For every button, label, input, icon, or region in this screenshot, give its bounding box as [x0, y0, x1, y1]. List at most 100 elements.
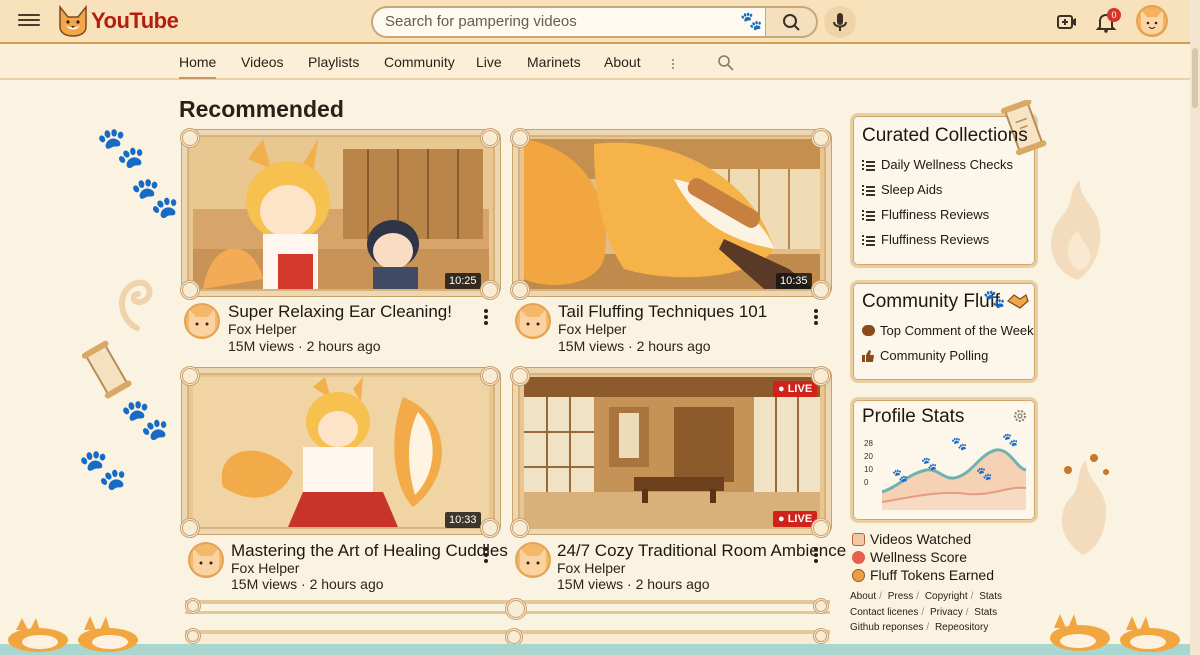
video-meta: 15M views · 2 hours ago — [557, 576, 710, 592]
user-avatar[interactable] — [1136, 5, 1168, 37]
video-title[interactable]: 24/7 Cozy Traditional Room Ambience — [557, 541, 846, 561]
list-icon — [862, 159, 875, 171]
knot-decoration — [811, 128, 831, 148]
video-icon — [852, 532, 865, 546]
stat-item-label: Fluff Tokens Earned — [870, 567, 995, 583]
channel-name[interactable]: Fox Helper — [231, 560, 299, 576]
live-badge: ● LIVE — [773, 381, 818, 397]
curated-item[interactable]: Daily Wellness Checks — [862, 152, 1013, 177]
logo-text: YouTube — [91, 8, 179, 33]
tab-live[interactable]: Live — [476, 54, 502, 70]
knot-decoration — [480, 518, 500, 538]
flame-decoration — [1051, 180, 1101, 280]
hamburger-menu-icon[interactable] — [18, 11, 40, 31]
video-title[interactable]: Tail Fluffing Techniques 101 — [558, 302, 767, 322]
microphone-button[interactable] — [824, 6, 856, 38]
tab-home[interactable]: Home — [179, 54, 217, 79]
y-tick-label: 10 — [864, 465, 873, 474]
video-options-icon[interactable] — [484, 545, 488, 565]
curated-item[interactable]: Fluffiness Reviews — [862, 202, 1013, 227]
thumbs-up-icon — [862, 349, 875, 362]
video-thumbnail[interactable] — [193, 377, 489, 527]
stat-item-label: Videos Watched — [870, 531, 972, 547]
stat-item[interactable]: Fluff Tokens Earned — [852, 566, 994, 584]
bottom-decoration — [0, 608, 1190, 655]
footer-link[interactable]: Stats — [979, 591, 1002, 602]
curated-collections-title: Curated Collections — [862, 125, 1028, 146]
video-options-icon[interactable] — [814, 545, 818, 565]
community-item-label: Top Comment of the Week — [880, 323, 1034, 338]
video-title[interactable]: Super Relaxing Ear Cleaning! — [228, 302, 452, 322]
video-thumbnail[interactable] — [193, 139, 489, 289]
nav-more-icon[interactable] — [672, 57, 676, 71]
knot-decoration — [180, 518, 200, 538]
paw-decoration: 🐾 — [120, 398, 170, 442]
profile-stats-title: Profile Stats — [862, 406, 965, 427]
channel-name[interactable]: Fox Helper — [558, 321, 626, 337]
handshake-icon — [1007, 294, 1029, 309]
knot-decoration — [480, 280, 500, 300]
video-options-icon[interactable] — [814, 307, 818, 327]
curated-item-label: Fluffiness Reviews — [881, 232, 990, 247]
tab-playlists[interactable]: Playlists — [308, 54, 359, 70]
knot-decoration — [811, 366, 831, 386]
page-title: Recommended — [179, 96, 344, 122]
settings-gear-icon[interactable] — [1013, 409, 1027, 423]
channel-avatar[interactable] — [515, 303, 551, 339]
curated-item[interactable]: Fluffiness Reviews — [862, 227, 1013, 252]
paw-decoration: 🐾 — [130, 176, 180, 220]
knot-decoration — [480, 128, 500, 148]
microphone-icon — [833, 13, 847, 31]
video-duration: 10:25 — [445, 273, 481, 289]
footer-link[interactable]: About — [850, 591, 876, 602]
search-button[interactable] — [766, 6, 818, 38]
svg-text:🐾: 🐾 — [951, 436, 967, 451]
y-tick-label: 28 — [864, 439, 873, 448]
video-thumbnail[interactable] — [524, 139, 820, 289]
channel-search-icon[interactable] — [717, 54, 735, 72]
community-item[interactable]: Community Polling — [862, 343, 1034, 368]
curated-item[interactable]: Sleep Aids — [862, 177, 1013, 202]
stat-item[interactable]: Wellness Score — [852, 548, 994, 566]
comment-icon — [862, 325, 875, 336]
tab-videos[interactable]: Videos — [241, 54, 284, 70]
channel-avatar[interactable] — [184, 303, 220, 339]
knot-decoration — [510, 518, 530, 538]
scrollbar-thumb[interactable] — [1192, 48, 1198, 108]
logo[interactable]: YouTube — [56, 4, 179, 38]
channel-avatar[interactable] — [188, 542, 224, 578]
video-title[interactable]: Mastering the Art of Healing Cuddles — [231, 541, 508, 561]
channel-name[interactable]: Fox Helper — [557, 560, 625, 576]
sleeping-fox-icon — [8, 618, 68, 652]
list-icon — [862, 209, 875, 221]
channel-avatar[interactable] — [515, 542, 551, 578]
tab-about[interactable]: About — [604, 54, 641, 70]
tab-marinets[interactable]: Marinets — [527, 54, 581, 70]
video-meta: 15M views · 2 hours ago — [228, 338, 381, 354]
paw-decoration: 🐾 — [96, 126, 146, 170]
curated-item-label: Daily Wellness Checks — [881, 157, 1013, 172]
video-options-icon[interactable] — [484, 307, 488, 327]
y-tick-label: 20 — [864, 452, 873, 461]
footer-link[interactable]: Press — [888, 591, 914, 602]
footer-link[interactable]: Copyright — [925, 591, 968, 602]
list-icon — [862, 234, 875, 246]
knot-decoration — [510, 366, 530, 386]
search-icon — [783, 14, 800, 31]
create-video-icon[interactable] — [1055, 10, 1079, 34]
tab-community[interactable]: Community — [384, 54, 455, 70]
svg-text:🐾: 🐾 — [921, 456, 937, 471]
video-thumbnail[interactable] — [524, 377, 820, 527]
curated-item-label: Fluffiness Reviews — [881, 207, 990, 222]
scroll-decoration — [82, 340, 132, 399]
channel-name[interactable]: Fox Helper — [228, 321, 296, 337]
paw-icon: 🐾 — [983, 289, 1006, 309]
community-fluff-title: Community Fluff — [862, 291, 1000, 312]
stats-y-axis: 28 20 10 0 — [864, 437, 873, 489]
stat-item[interactable]: Videos Watched — [852, 530, 994, 548]
search-input[interactable]: Search for pampering videos — [371, 6, 767, 38]
video-duration: 10:33 — [445, 512, 481, 528]
video-duration: 10:35 — [776, 273, 812, 289]
knot-decoration — [811, 518, 831, 538]
community-item[interactable]: Top Comment of the Week — [862, 318, 1034, 343]
